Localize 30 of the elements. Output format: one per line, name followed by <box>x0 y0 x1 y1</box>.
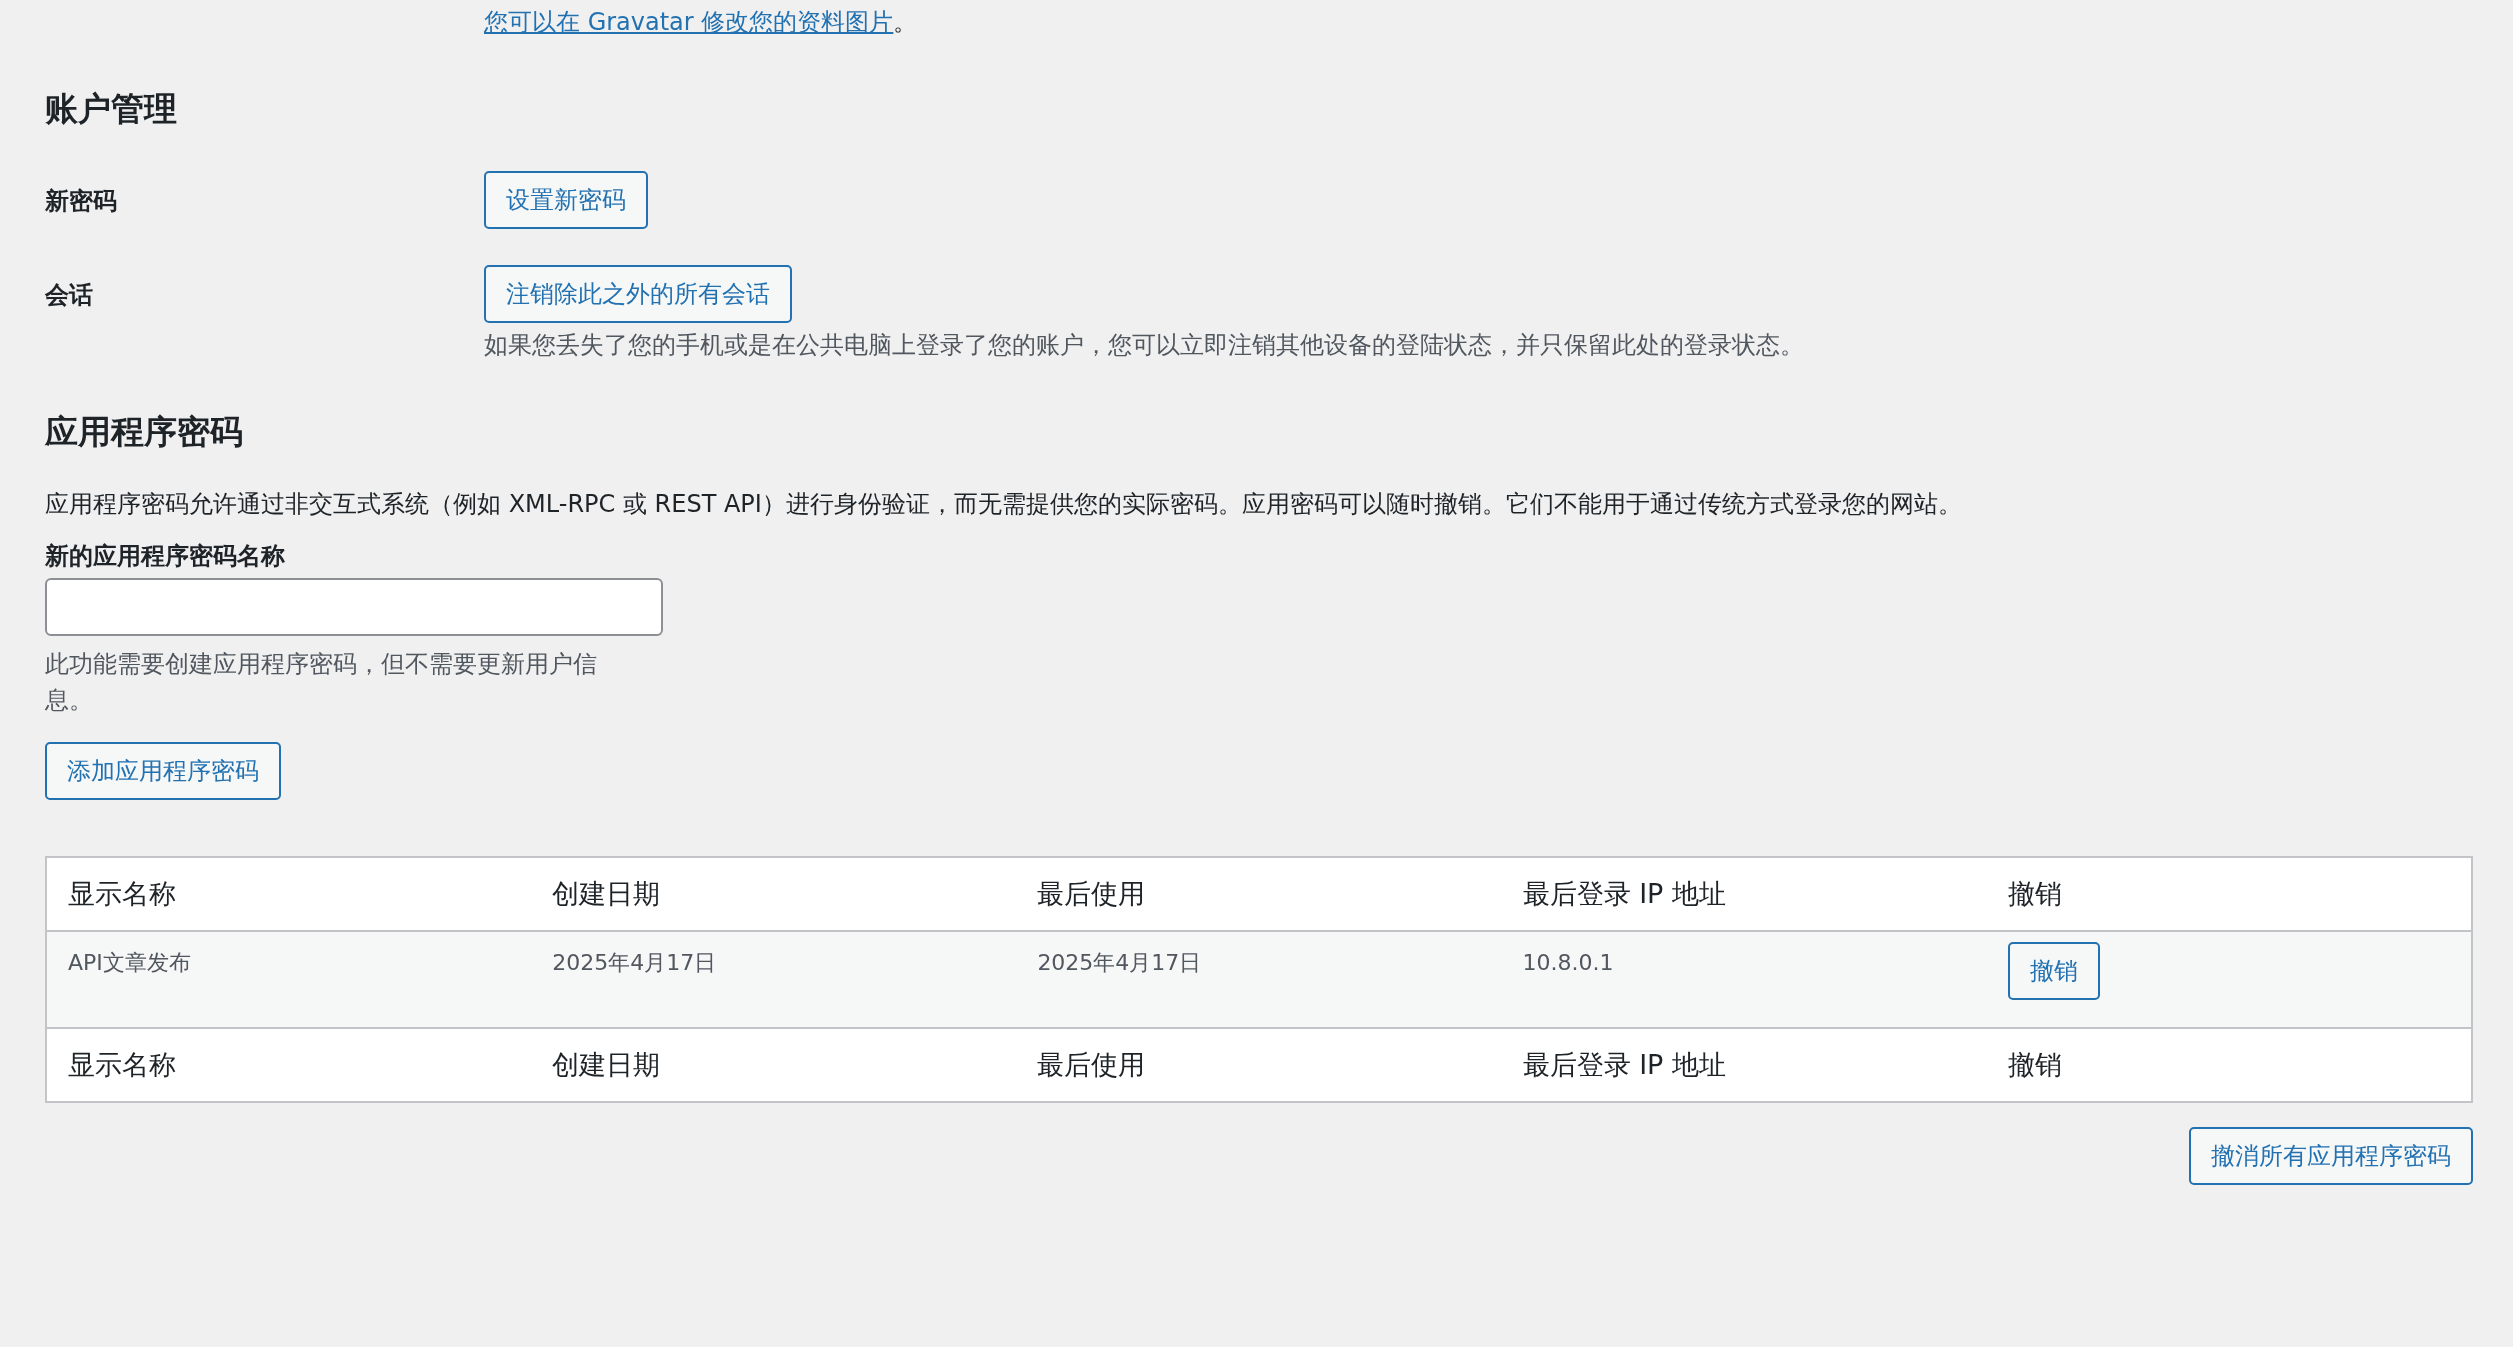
revoke-all-button[interactable]: 撤消所有应用程序密码 <box>2189 1126 2473 1185</box>
revoke-button[interactable]: 撤销 <box>2007 941 2100 1000</box>
column-header: 最后登录 IP 地址 <box>1501 856 1987 931</box>
section-heading: 账户管理 <box>45 88 178 130</box>
add-password-button[interactable]: 添加应用程序密码 <box>45 741 281 800</box>
field-label: 新的应用程序密码名称 <box>45 540 285 572</box>
input-field[interactable] <box>45 577 663 636</box>
table-cell: 2025年4月17日 <box>1016 930 1502 1028</box>
column-header: 最后使用 <box>1016 1027 1502 1102</box>
table-cell: 2025年4月17日 <box>531 930 1017 1028</box>
field-label: 新密码 <box>45 185 118 217</box>
column-header: 显示名称 <box>46 856 532 931</box>
table-cell: 10.8.0.1 <box>1501 930 1987 1028</box>
gravatar-link[interactable]: 您可以在 Gravatar 修改您的资料图片 <box>484 8 894 36</box>
avatar-note: 您可以在 Gravatar 修改您的资料图片。 <box>484 7 919 38</box>
column-header: 撤销 <box>1986 1027 2472 1102</box>
table-cell: API文章发布 <box>46 930 532 1028</box>
column-header: 最后使用 <box>1016 856 1502 931</box>
set-password-button[interactable]: 设置新密码 <box>484 170 648 229</box>
field-help: 此功能需要创建应用程序密码，但不需要更新用户信息。 <box>45 648 598 716</box>
column-header: 最后登录 IP 地址 <box>1501 1027 1987 1102</box>
field-label: 会话 <box>45 279 94 311</box>
column-header: 创建日期 <box>531 1027 1017 1102</box>
field-description: 如果您丢失了您的手机或是在公共电脑上登录了您的账户，您可以立即注销其他设备的登陆状态，并只保留此处的登录状态。 <box>484 329 1805 361</box>
section-heading: 应用程序密码 <box>45 410 244 453</box>
logout-sessions-button[interactable]: 注销除此之外的所有会话 <box>484 264 792 323</box>
column-header: 撤销 <box>1986 856 2472 931</box>
column-header: 显示名称 <box>46 1027 532 1102</box>
section-description: 应用程序密码允许通过非交互式系统（例如 XML-RPC 或 REST API）进行身份验证，而无需提供您的实际密码。应用密码可以随时撤销。它们不能用于通过传统方式登录您的网站。 <box>45 488 1963 520</box>
column-header: 创建日期 <box>531 856 1017 931</box>
